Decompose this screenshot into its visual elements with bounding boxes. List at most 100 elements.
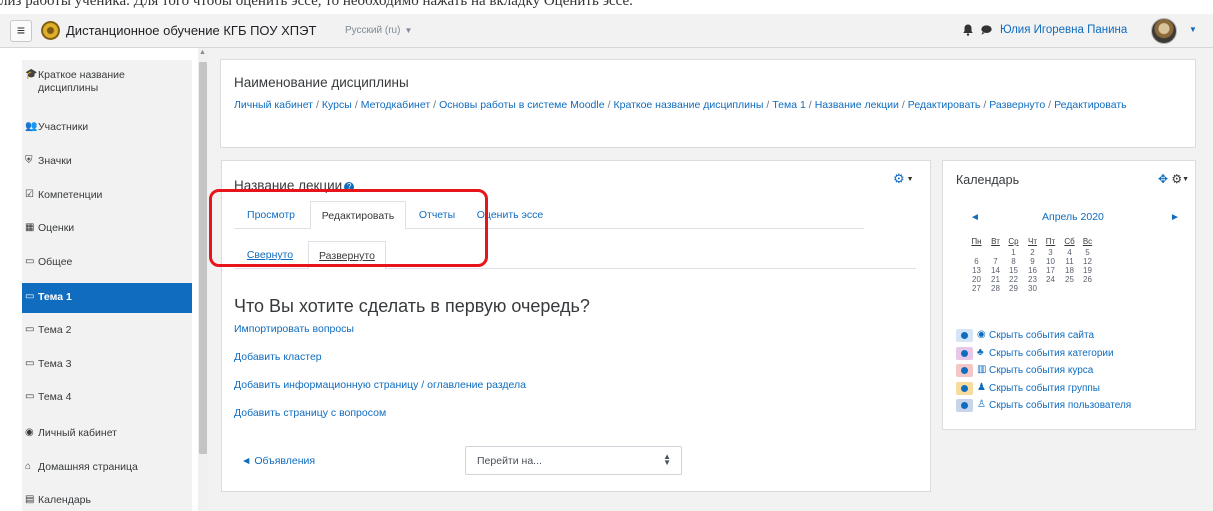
dashboard-icon: ◉ — [25, 427, 34, 438]
language-menu[interactable]: Русский (ru) ▼ — [345, 25, 412, 36]
add-cluster-link[interactable]: Добавить кластер — [234, 351, 322, 363]
eye-icon[interactable] — [956, 399, 973, 412]
chat-icon[interactable] — [981, 25, 992, 35]
calendar-day[interactable]: 1 — [1005, 248, 1022, 257]
add-question-page-link[interactable]: Добавить страницу с вопросом — [234, 407, 386, 419]
shield-icon: ⛨ — [25, 155, 33, 166]
eye-icon[interactable] — [956, 346, 973, 360]
calendar-day[interactable]: 28 — [987, 284, 1004, 293]
previous-activity-link[interactable]: ◄ Объявления — [241, 455, 315, 467]
table-icon: ▦ — [25, 222, 35, 233]
scroll-up-arrow-icon[interactable]: ▲ — [199, 49, 206, 56]
lesson-settings-menu[interactable]: ⚙ ▼ — [893, 171, 914, 187]
calendar-weekday: Чт — [1028, 237, 1037, 246]
breadcrumb-item[interactable]: Развернуто — [989, 99, 1045, 111]
calendar-legend-label: Скрыть события группы — [989, 382, 1100, 394]
calendar-day[interactable]: 26 — [1079, 275, 1096, 284]
sidebar-item[interactable]: ▭ Тема 3 — [22, 357, 192, 373]
calendar-day[interactable]: 21 — [987, 275, 1004, 284]
eye-icon[interactable] — [956, 381, 973, 395]
sidebar-item[interactable]: ▭ Общее — [22, 255, 192, 271]
calendar-day[interactable]: 22 — [1005, 275, 1022, 284]
breadcrumb-item[interactable]: Тема 1 — [772, 99, 805, 111]
sidebar-item[interactable]: ☑ Компетенции — [22, 188, 192, 204]
calendar-day[interactable]: 19 — [1079, 266, 1096, 275]
jump-to-select[interactable]: Перейти на... ▲ ▼ — [465, 446, 682, 475]
sidebar-item-label: Краткое название дисциплины — [38, 69, 125, 94]
calendar-day[interactable]: 25 — [1061, 275, 1078, 284]
sidebar-item[interactable]: ⌂ Домашняя страница — [22, 460, 192, 476]
calendar-day[interactable]: 7 — [987, 257, 1004, 266]
calendar-day[interactable]: 9 — [1024, 257, 1041, 266]
calendar-day[interactable]: 8 — [1005, 257, 1022, 266]
breadcrumb-item[interactable]: Редактировать — [908, 99, 981, 111]
breadcrumb-separator: / — [607, 99, 611, 111]
calendar-day[interactable]: 17 — [1042, 266, 1059, 275]
calendar-day[interactable]: 23 — [1024, 275, 1041, 284]
sidebar-item-label: Компетенции — [38, 189, 103, 201]
eye-icon[interactable] — [956, 329, 973, 342]
sidebar-item-label: Календарь — [38, 494, 91, 506]
sidebar-item-label: Участники — [38, 121, 89, 133]
previous-activity-label: Объявления — [254, 455, 316, 467]
calendar-day[interactable]: 18 — [1061, 266, 1078, 275]
sidebar-scroll-thumb[interactable] — [199, 62, 207, 454]
avatar[interactable] — [1151, 18, 1177, 44]
calendar-day[interactable]: 16 — [1024, 266, 1041, 275]
breadcrumb-item[interactable]: Редактировать — [1054, 99, 1127, 111]
move-icon[interactable]: ✥ — [1158, 172, 1168, 186]
user-menu-chevron-icon[interactable]: ▼ — [1189, 25, 1197, 34]
calendar-next-month-icon[interactable]: ► — [1170, 212, 1180, 223]
calendar-day[interactable]: 24 — [1042, 275, 1059, 284]
user-name[interactable]: Юлия Игоревна Панина — [1000, 24, 1127, 36]
sidebar-item[interactable]: ▦ Оценки — [22, 221, 192, 237]
calendar-day[interactable]: 15 — [1005, 266, 1022, 275]
sidebar-item[interactable]: ▤ Календарь — [22, 493, 192, 509]
university-icon: ▥ — [977, 364, 987, 375]
calendar-day[interactable]: 14 — [987, 266, 1004, 275]
bell-icon[interactable] — [963, 24, 973, 36]
breadcrumb-item[interactable]: Курсы — [322, 99, 352, 111]
sidebar-item-label: Домашняя страница — [38, 461, 138, 473]
import-questions-link[interactable]: Импортировать вопросы — [234, 323, 354, 335]
calendar-day[interactable]: 3 — [1042, 248, 1059, 257]
breadcrumb-item[interactable]: Основы работы в системе Moodle — [439, 99, 604, 111]
sidebar-item[interactable]: ▭ Тема 4 — [22, 390, 192, 406]
hamburger-menu-icon[interactable]: ≡ — [10, 20, 32, 42]
site-name[interactable]: Дистанционное обучение КГБ ПОУ ХПЭТ — [66, 23, 316, 38]
gear-icon: ⚙ — [893, 171, 905, 186]
calendar-day[interactable]: 4 — [1061, 248, 1078, 257]
calendar-prev-month-icon[interactable]: ◄ — [970, 212, 980, 223]
calendar-day[interactable]: 13 — [968, 266, 985, 275]
breadcrumb-item[interactable]: Методкабинет — [361, 99, 430, 111]
calendar-day[interactable]: 12 — [1079, 257, 1096, 266]
gear-icon[interactable]: ⚙ — [1171, 172, 1182, 186]
sidebar-item[interactable]: ◉ Личный кабинет — [22, 426, 192, 442]
calendar-month-link[interactable]: Апрель 2020 — [1042, 211, 1104, 223]
top-navbar: ≡ Дистанционное обучение КГБ ПОУ ХПЭТ Ру… — [0, 14, 1213, 48]
calendar-day[interactable]: 20 — [968, 275, 985, 284]
calendar-day[interactable]: 27 — [968, 284, 985, 293]
eye-icon[interactable] — [956, 364, 973, 377]
block-controls[interactable]: ✥ ⚙▼ — [1158, 172, 1189, 186]
calendar-day[interactable]: 10 — [1042, 257, 1059, 266]
calendar-legend-label: Скрыть события курса — [989, 365, 1094, 376]
calendar-day[interactable]: 30 — [1024, 284, 1041, 293]
chevron-down-icon[interactable]: ▼ — [1182, 176, 1189, 183]
sidebar-item[interactable]: 👥 Участники — [22, 120, 192, 136]
breadcrumb-item[interactable]: Краткое название дисциплины — [614, 99, 764, 111]
calendar-day[interactable]: 2 — [1024, 248, 1041, 257]
calendar-day[interactable]: 6 — [968, 257, 985, 266]
sidebar-item[interactable]: 🎓 Краткое название дисциплины — [22, 68, 192, 104]
calendar-day[interactable]: 11 — [1061, 257, 1078, 266]
breadcrumb-item[interactable]: Название лекции — [815, 99, 899, 111]
breadcrumb-item[interactable]: Личный кабинет — [234, 99, 313, 111]
site-logo[interactable] — [41, 21, 60, 40]
add-content-page-link[interactable]: Добавить информационную страницу / оглав… — [234, 379, 526, 391]
sidebar-item[interactable]: ⛨ Значки — [22, 154, 192, 170]
calendar-day[interactable]: 5 — [1079, 248, 1096, 257]
calendar-day[interactable]: 29 — [1005, 284, 1022, 293]
breadcrumb-separator: / — [766, 99, 770, 111]
sidebar-item[interactable]: ▭ Тема 1 — [22, 283, 192, 313]
sidebar-item[interactable]: ▭ Тема 2 — [22, 323, 192, 339]
